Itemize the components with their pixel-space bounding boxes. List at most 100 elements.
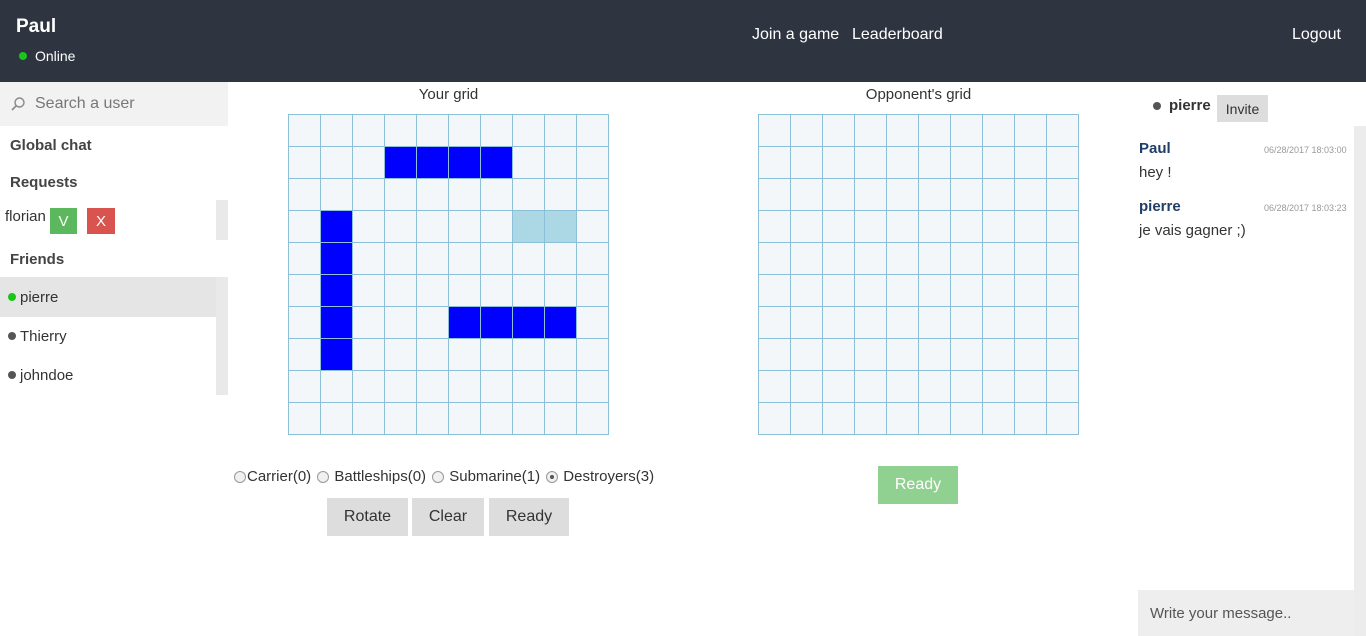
grid-cell[interactable]	[481, 339, 513, 371]
grid-cell[interactable]	[353, 115, 385, 147]
grid-cell[interactable]	[513, 147, 545, 179]
grid-cell[interactable]	[289, 371, 321, 403]
grid-cell[interactable]	[289, 211, 321, 243]
accept-request-button[interactable]: V	[50, 208, 77, 234]
grid-cell[interactable]	[385, 179, 417, 211]
grid-cell-ship[interactable]	[321, 339, 353, 371]
grid-cell[interactable]	[1047, 179, 1079, 211]
grid-cell[interactable]	[1047, 403, 1079, 435]
grid-cell[interactable]	[887, 403, 919, 435]
grid-cell[interactable]	[919, 403, 951, 435]
ship-option-submarine[interactable]: Submarine(1)	[432, 468, 540, 485]
grid-cell[interactable]	[385, 339, 417, 371]
grid-cell[interactable]	[417, 179, 449, 211]
grid-cell[interactable]	[481, 403, 513, 435]
grid-cell[interactable]	[759, 211, 791, 243]
grid-cell[interactable]	[855, 115, 887, 147]
grid-cell[interactable]	[289, 179, 321, 211]
grid-cell[interactable]	[791, 211, 823, 243]
grid-cell[interactable]	[1047, 147, 1079, 179]
radio-button[interactable]	[317, 470, 330, 483]
grid-cell[interactable]	[449, 371, 481, 403]
grid-cell[interactable]	[1015, 371, 1047, 403]
grid-cell[interactable]	[919, 115, 951, 147]
grid-cell[interactable]	[855, 275, 887, 307]
grid-cell[interactable]	[887, 179, 919, 211]
grid-cell-ship[interactable]	[321, 307, 353, 339]
grid-cell[interactable]	[951, 243, 983, 275]
grid-cell[interactable]	[823, 307, 855, 339]
grid-cell[interactable]	[321, 371, 353, 403]
grid-cell[interactable]	[759, 147, 791, 179]
grid-cell[interactable]	[321, 147, 353, 179]
grid-cell[interactable]	[545, 371, 577, 403]
invite-button[interactable]: Invite	[1217, 95, 1268, 122]
grid-cell[interactable]	[417, 307, 449, 339]
grid-cell[interactable]	[823, 275, 855, 307]
grid-cell[interactable]	[385, 307, 417, 339]
grid-cell-ship[interactable]	[481, 147, 513, 179]
grid-cell[interactable]	[289, 115, 321, 147]
grid-cell[interactable]	[855, 339, 887, 371]
grid-cell[interactable]	[385, 243, 417, 275]
grid-cell-ship[interactable]	[449, 307, 481, 339]
grid-cell[interactable]	[1015, 179, 1047, 211]
grid-cell[interactable]	[887, 147, 919, 179]
grid-cell[interactable]	[823, 115, 855, 147]
grid-cell[interactable]	[855, 243, 887, 275]
grid-cell[interactable]	[577, 179, 609, 211]
grid-cell[interactable]	[577, 307, 609, 339]
grid-cell[interactable]	[983, 275, 1015, 307]
grid-cell[interactable]	[759, 275, 791, 307]
grid-cell[interactable]	[513, 275, 545, 307]
grid-cell[interactable]	[855, 307, 887, 339]
grid-cell[interactable]	[449, 403, 481, 435]
grid-cell[interactable]	[951, 339, 983, 371]
grid-cell[interactable]	[289, 339, 321, 371]
grid-cell[interactable]	[759, 115, 791, 147]
grid-cell[interactable]	[951, 371, 983, 403]
grid-cell[interactable]	[919, 179, 951, 211]
grid-cell[interactable]	[983, 115, 1015, 147]
grid-cell[interactable]	[353, 307, 385, 339]
grid-cell[interactable]	[791, 307, 823, 339]
grid-cell[interactable]	[481, 179, 513, 211]
grid-cell[interactable]	[759, 403, 791, 435]
grid-cell[interactable]	[823, 243, 855, 275]
grid-cell[interactable]	[513, 339, 545, 371]
requests-scrollbar[interactable]	[216, 200, 228, 240]
grid-cell[interactable]	[1047, 339, 1079, 371]
grid-cell[interactable]	[353, 179, 385, 211]
grid-cell[interactable]	[983, 243, 1015, 275]
grid-cell[interactable]	[513, 371, 545, 403]
grid-cell[interactable]	[289, 307, 321, 339]
grid-cell[interactable]	[823, 371, 855, 403]
ship-option-carrier[interactable]: Carrier(0)	[234, 468, 311, 485]
grid-cell[interactable]	[983, 147, 1015, 179]
grid-cell[interactable]	[855, 179, 887, 211]
grid-cell[interactable]	[385, 371, 417, 403]
grid-cell[interactable]	[417, 403, 449, 435]
grid-cell[interactable]	[1015, 275, 1047, 307]
grid-cell[interactable]	[353, 211, 385, 243]
leaderboard-link[interactable]: Leaderboard	[852, 26, 943, 44]
grid-cell[interactable]	[791, 275, 823, 307]
grid-cell[interactable]	[791, 243, 823, 275]
grid-cell-ship[interactable]	[513, 307, 545, 339]
grid-cell[interactable]	[791, 339, 823, 371]
grid-cell[interactable]	[1047, 371, 1079, 403]
grid-cell[interactable]	[353, 275, 385, 307]
radio-button[interactable]	[432, 470, 445, 483]
grid-cell[interactable]	[513, 403, 545, 435]
grid-cell[interactable]	[577, 147, 609, 179]
grid-cell[interactable]	[1015, 115, 1047, 147]
grid-cell[interactable]	[385, 211, 417, 243]
grid-cell[interactable]	[823, 339, 855, 371]
grid-cell[interactable]	[887, 211, 919, 243]
grid-cell-ship[interactable]	[321, 211, 353, 243]
grid-cell[interactable]	[481, 371, 513, 403]
grid-cell[interactable]	[1047, 211, 1079, 243]
grid-cell[interactable]	[449, 339, 481, 371]
grid-cell[interactable]	[1015, 339, 1047, 371]
grid-cell[interactable]	[983, 307, 1015, 339]
